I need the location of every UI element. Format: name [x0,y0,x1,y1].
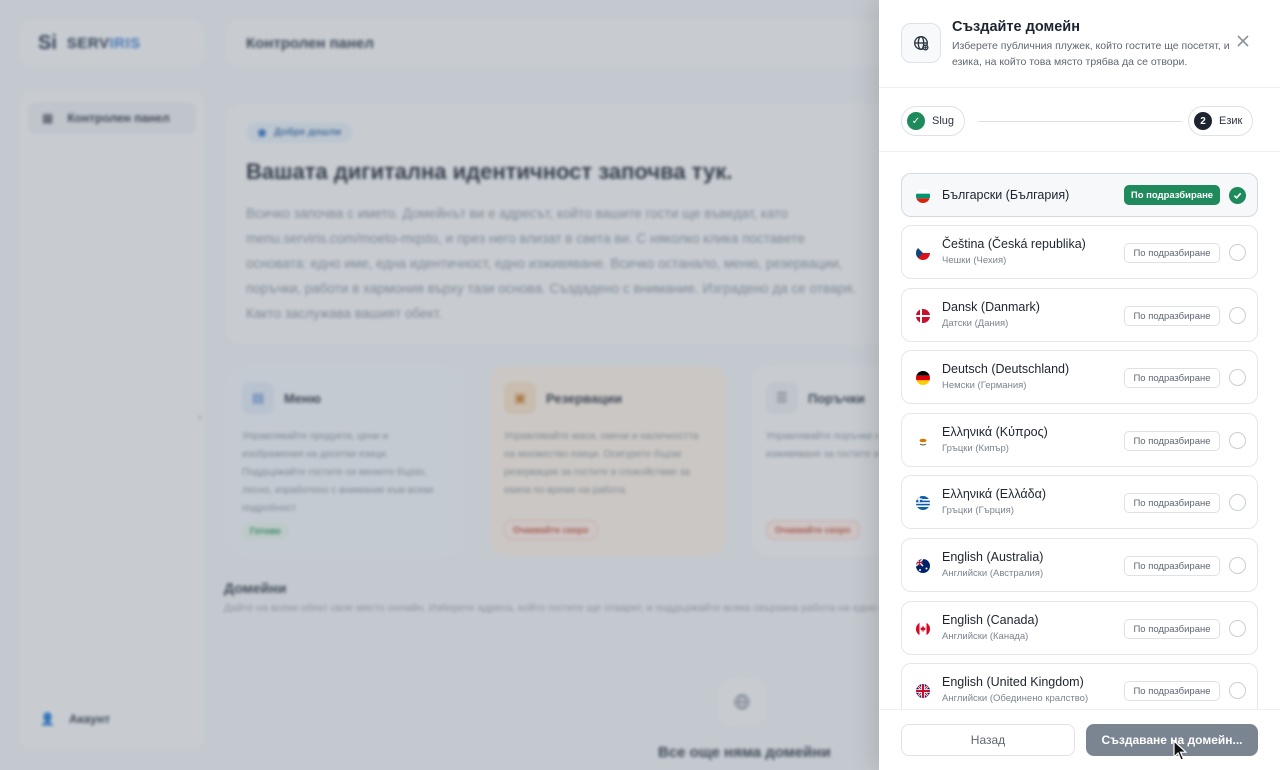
language-name: Български (България) [942,188,1070,202]
language-option-bg[interactable]: Български (България) По подразбиране [901,173,1258,217]
language-option-gb[interactable]: English (United Kingdom) Английски (Обед… [901,663,1258,709]
radio-selected[interactable] [1229,187,1246,204]
step-language[interactable]: 2 Език [1188,106,1254,136]
back-button[interactable]: Назад [901,724,1075,756]
step-label: Език [1219,115,1243,127]
create-domain-button[interactable]: Създаване на домейн... [1086,724,1258,756]
language-list[interactable]: Български (България) По подразбиране Češ… [879,153,1280,709]
flag-cy-icon [916,434,930,448]
language-name: Deutsch (Deutschland) [942,362,1070,376]
language-option-de[interactable]: Deutsch (Deutschland) Немски (Германия) … [901,350,1258,404]
language-option-gr[interactable]: Ελληνικά (Ελλάδα) Гръцки (Гърция) По под… [901,475,1258,529]
flag-de-icon [916,371,930,385]
language-option-dk[interactable]: Dansk (Danmark) Датски (Дания) По подраз… [901,288,1258,342]
language-name: English (Canada) [942,613,1039,627]
language-option-ca[interactable]: English (Canada) Английски (Канада) По п… [901,601,1258,655]
modal-backdrop[interactable] [0,0,879,770]
mouse-cursor-icon [1173,740,1187,761]
radio[interactable] [1229,682,1246,699]
set-default-button[interactable]: По подразбиране [1124,493,1220,513]
flag-gb-icon [916,684,930,698]
set-default-button[interactable]: По подразбиране [1124,431,1220,451]
set-default-button[interactable]: По подразбиране [1124,368,1220,388]
radio[interactable] [1229,244,1246,261]
close-icon[interactable] [1234,32,1252,50]
drawer-footer: Назад Създаване на домейн... [879,709,1280,770]
create-domain-drawer: Създайте домейн Изберете публичния плуже… [879,0,1280,770]
radio[interactable] [1229,620,1246,637]
flag-dk-icon [916,309,930,323]
language-subname: Гръцки (Гърция) [942,505,1014,516]
check-icon: ✓ [907,112,925,130]
language-name: English (Australia) [942,550,1044,564]
language-subname: Датски (Дания) [942,318,1009,329]
stepper: ✓ Slug 2 Език [879,88,1280,152]
drawer-header: Създайте домейн Изберете публичния плуже… [879,0,1280,88]
language-option-cz[interactable]: Čeština (Česká republika) Чешки (Чехия) … [901,225,1258,279]
radio[interactable] [1229,307,1246,324]
language-subname: Английски (Обединено кралство) [942,693,1089,704]
flag-bg-icon [916,189,930,203]
language-subname: Английски (Канада) [942,631,1029,642]
set-default-button[interactable]: По подразбиране [1124,306,1220,326]
step-connector [978,121,1182,122]
step-number: 2 [1194,112,1212,130]
language-name: Ελληνικά (Κύπρος) [942,425,1048,439]
set-default-button[interactable]: По подразбиране [1124,243,1220,263]
radio[interactable] [1229,369,1246,386]
drawer-subtitle: Изберете публичния плужек, който гостите… [952,40,1230,68]
language-subname: Чешки (Чехия) [942,255,1007,266]
language-option-au[interactable]: English (Australia) Английски (Австралия… [901,538,1258,592]
radio[interactable] [1229,432,1246,449]
drawer-title: Създайте домейн [952,19,1080,35]
language-subname: Немски (Германия) [942,380,1027,391]
globe-icon [901,23,941,63]
flag-ca-icon [916,622,930,636]
set-default-button[interactable]: По подразбиране [1124,681,1220,701]
step-slug[interactable]: ✓ Slug [901,106,966,136]
radio[interactable] [1229,557,1246,574]
language-option-cy[interactable]: Ελληνικά (Κύπρος) Гръцки (Кипър) По подр… [901,413,1258,467]
set-default-button[interactable]: По подразбиране [1124,619,1220,639]
language-subname: Гръцки (Кипър) [942,443,1009,454]
flag-cz-icon [916,246,930,260]
flag-au-icon [916,559,930,573]
step-label: Slug [932,115,955,127]
language-subname: Английски (Австралия) [942,568,1044,579]
set-default-button[interactable]: По подразбиране [1124,556,1220,576]
language-name: Čeština (Česká republika) [942,237,1086,251]
language-name: Dansk (Danmark) [942,300,1040,314]
radio[interactable] [1229,494,1246,511]
flag-gr-icon [916,496,930,510]
default-badge[interactable]: По подразбиране [1124,185,1220,205]
language-name: Ελληνικά (Ελλάδα) [942,487,1046,501]
language-name: English (United Kingdom) [942,675,1084,689]
